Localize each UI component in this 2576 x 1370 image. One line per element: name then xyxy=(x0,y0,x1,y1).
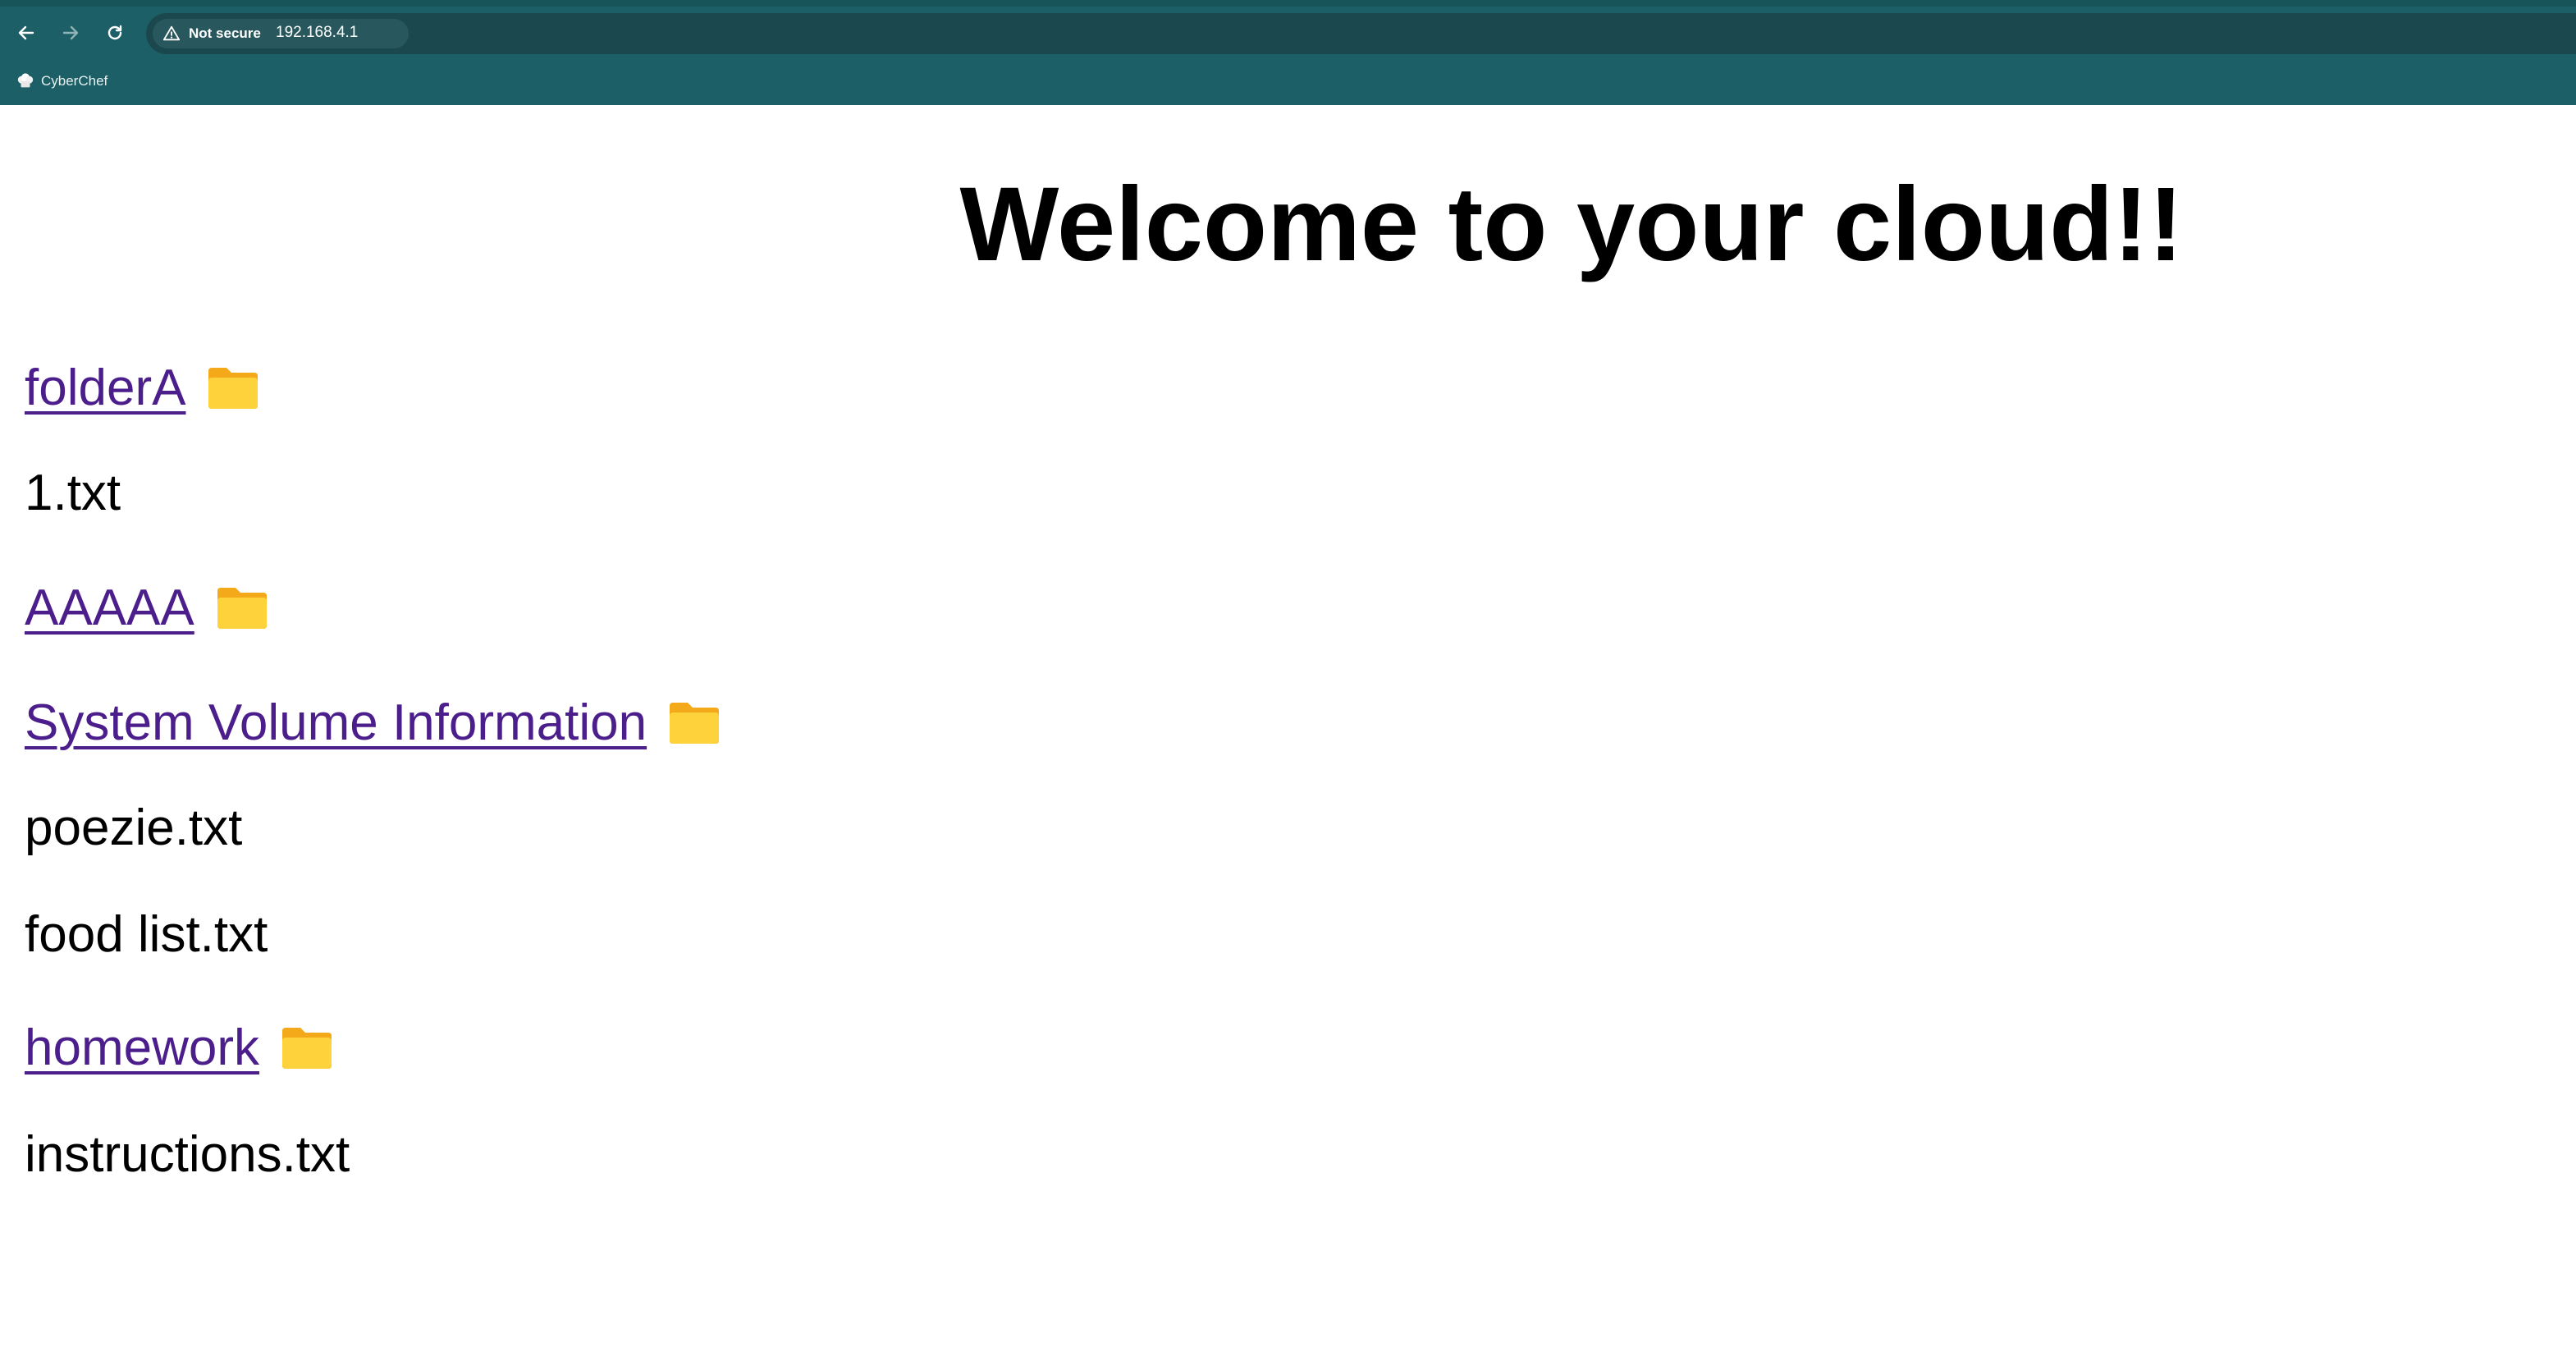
folder-icon xyxy=(670,703,720,744)
folder-link-system-volume-information[interactable]: System Volume Information xyxy=(25,694,647,752)
folder-link-foldera[interactable]: folderA xyxy=(25,359,185,417)
file-entry: poezie.txt xyxy=(25,795,242,860)
file-name: 1.txt xyxy=(25,464,121,521)
file-name: instructions.txt xyxy=(25,1125,350,1183)
file-list: folderA 1.txt AAAAA System Volume Inform… xyxy=(25,0,1009,1370)
folder-icon xyxy=(217,588,267,629)
folder-icon xyxy=(208,368,259,409)
folder-entry: homework xyxy=(25,1015,333,1080)
file-entry: 1.txt xyxy=(25,460,121,525)
file-name: food list.txt xyxy=(25,905,268,963)
folder-icon xyxy=(282,1028,332,1069)
folder-link-aaaaa[interactable]: AAAAA xyxy=(25,579,194,637)
file-entry: food list.txt xyxy=(25,901,268,967)
folder-entry: folderA xyxy=(25,355,259,420)
folder-entry: AAAAA xyxy=(25,575,268,640)
folder-link-homework[interactable]: homework xyxy=(25,1019,259,1077)
folder-entry: System Volume Information xyxy=(25,690,721,755)
file-entry: instructions.txt xyxy=(25,1121,350,1187)
file-name: poezie.txt xyxy=(25,799,243,856)
